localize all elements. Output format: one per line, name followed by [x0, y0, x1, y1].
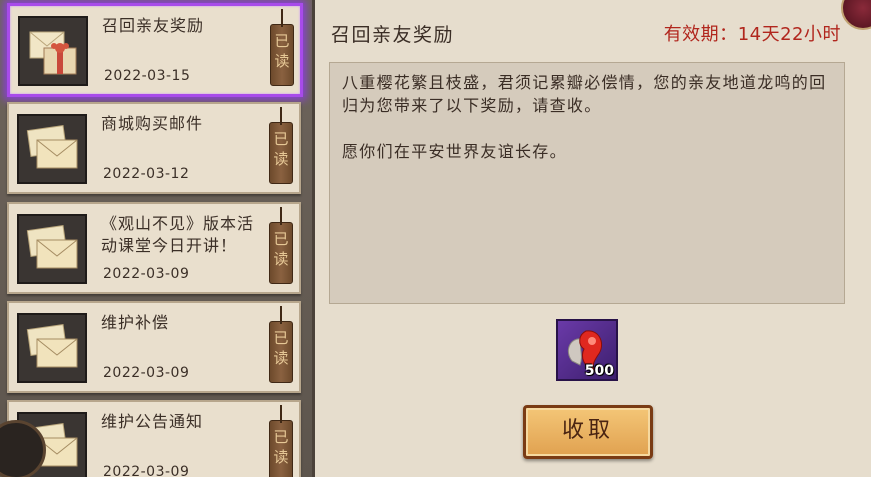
- validity-value: 14天22小时: [737, 24, 841, 45]
- mail-title: 商城购买邮件: [101, 114, 204, 133]
- validity-label: 有效期：: [663, 24, 738, 45]
- mail-item-maintenance-compensation[interactable]: 维护补偿 2022-03-09 已读: [7, 301, 301, 393]
- mail-title: 维护公告通知: [101, 412, 204, 431]
- mail-date: 2022-03-15: [104, 68, 191, 84]
- read-status-tag: 已读: [269, 207, 293, 284]
- detail-title: 召回亲友奖励: [331, 24, 455, 46]
- reward-quantity: 500: [584, 363, 614, 379]
- envelope-icon: [17, 114, 87, 184]
- mail-item-shop-purchase[interactable]: 商城购买邮件 2022-03-12 已读: [7, 102, 301, 194]
- gift-package-icon: [18, 16, 88, 86]
- read-status-tag: 已读: [269, 405, 293, 477]
- mail-date: 2022-03-09: [103, 365, 190, 381]
- read-status-tag: 已读: [269, 107, 293, 184]
- reward-item[interactable]: 500: [556, 319, 618, 381]
- validity-period: 有效期：14天22小时: [664, 20, 841, 46]
- read-status-tag: 已读: [269, 306, 293, 383]
- message-paragraph: 八重樱花繁且枝盛，君须记累瓣必偿情，您的亲友地道龙鸣的回归为您带来了以下奖励，请…: [342, 73, 827, 115]
- read-status-tag: 已读: [270, 9, 294, 86]
- mail-date: 2022-03-09: [103, 266, 190, 282]
- mail-title: 维护补偿: [101, 313, 170, 332]
- mail-title: 召回亲友奖励: [102, 16, 205, 35]
- close-icon[interactable]: [841, 0, 871, 30]
- mail-date: 2022-03-09: [103, 464, 190, 477]
- mail-item-version-event[interactable]: 《观山不见》版本活动课堂今日开讲！ 2022-03-09 已读: [7, 202, 301, 294]
- mail-item-maintenance-notice[interactable]: 维护公告通知 2022-03-09 已读: [7, 400, 301, 477]
- envelope-icon: [17, 313, 87, 383]
- mail-date: 2022-03-12: [103, 166, 190, 182]
- collect-button[interactable]: 收取: [523, 405, 653, 459]
- message-paragraph: 愿你们在平安世界友谊长存。: [342, 142, 567, 161]
- envelope-icon: [17, 214, 87, 284]
- message-body: 八重樱花繁且枝盛，君须记累瓣必偿情，您的亲友地道龙鸣的回归为您带来了以下奖励，请…: [329, 62, 845, 304]
- mail-item-recall-reward[interactable]: 召回亲友奖励 2022-03-15 已读: [7, 3, 303, 97]
- mail-title: 《观山不见》版本活动课堂今日开讲！: [101, 214, 255, 255]
- mail-list: 召回亲友奖励 2022-03-15 已读 商城购买邮件 2022-03-12 已…: [0, 0, 312, 477]
- mail-detail-panel: 召回亲友奖励 有效期：14天22小时 八重樱花繁且枝盛，君须记累瓣必偿情，您的亲…: [312, 0, 871, 477]
